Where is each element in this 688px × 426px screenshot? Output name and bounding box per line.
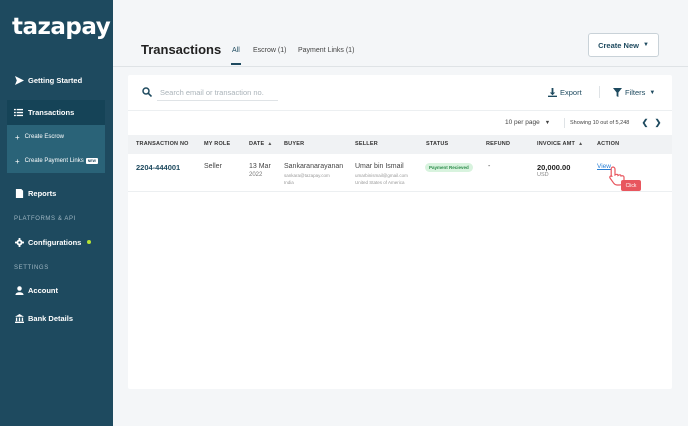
- search-icon: [142, 87, 152, 97]
- sidebar: tazapay Getting Started Transactions + C…: [0, 0, 113, 426]
- sidebar-item-reports[interactable]: Reports: [0, 183, 113, 203]
- column-header-date[interactable]: DATE ▲︎: [249, 141, 273, 147]
- sidebar-item-create-payment-links[interactable]: + Create Payment Links NEW: [7, 151, 105, 171]
- prev-page-button[interactable]: ❮: [640, 117, 650, 127]
- filter-icon: [613, 88, 622, 97]
- user-icon: [14, 285, 24, 295]
- buyer-name: Sankaranarayanan: [284, 163, 344, 170]
- tab-all[interactable]: All: [232, 47, 240, 54]
- sidebar-item-getting-started[interactable]: Getting Started: [0, 70, 113, 90]
- plus-icon: +: [15, 132, 20, 142]
- role-cell: Seller: [204, 163, 222, 170]
- sidebar-item-transactions[interactable]: Transactions: [7, 100, 105, 125]
- status-badge: Payment Recieved: [425, 163, 473, 172]
- create-new-button[interactable]: Create New ▼: [588, 33, 659, 57]
- section-label-platforms: PLATFORMS & API: [14, 216, 76, 222]
- export-label: Export: [560, 88, 582, 97]
- sidebar-item-bank-details[interactable]: Bank Details: [0, 308, 113, 328]
- seller-name: Umar bin Ismail: [355, 163, 404, 170]
- sidebar-item-configurations[interactable]: Configurations: [0, 232, 113, 252]
- sidebar-item-label: Create Payment Links: [24, 158, 84, 164]
- column-header-transaction-no: TRANSACTION NO: [136, 141, 189, 147]
- sidebar-item-create-escrow[interactable]: + Create Escrow: [7, 127, 105, 147]
- click-tooltip: Click: [621, 180, 641, 191]
- column-header-status: STATUS: [426, 141, 449, 147]
- buyer-email: sankara@tazapay.com: [284, 173, 330, 178]
- sidebar-item-label: Create Escrow: [24, 134, 65, 140]
- buyer-country: India: [284, 180, 294, 185]
- transaction-number-link[interactable]: 2204-444001: [136, 163, 180, 172]
- status-dot: [87, 240, 92, 244]
- send-icon: [14, 75, 24, 85]
- section-label-settings: SETTINGS: [14, 265, 49, 271]
- sidebar-item-label: Bank Details: [28, 313, 74, 323]
- pagination-separator: [564, 118, 565, 128]
- new-badge: NEW: [85, 158, 98, 164]
- sort-icon: ▲︎: [267, 141, 273, 147]
- list-icon: [14, 108, 23, 117]
- per-page-select[interactable]: 10 per page ▼: [505, 119, 550, 126]
- column-header-buyer: BUYER: [284, 141, 305, 147]
- column-header-seller: SELLER: [355, 141, 378, 147]
- toolbar-separator: [599, 86, 600, 98]
- column-header-invoice-amt[interactable]: INVOICE AMT ▲︎: [537, 141, 583, 147]
- sidebar-item-label: Account: [28, 285, 58, 295]
- next-page-button[interactable]: ❯: [653, 117, 663, 127]
- column-header-action: ACTION: [597, 141, 620, 147]
- column-header-my-role: MY ROLE: [204, 141, 231, 147]
- bank-icon: [14, 313, 24, 323]
- invoice-currency: USD: [537, 172, 549, 178]
- reports-icon: [14, 188, 24, 198]
- showing-count: Showing 10 out of 5,248: [570, 120, 630, 126]
- tab-payment-links[interactable]: Payment Links (1): [298, 47, 354, 54]
- table-header: TRANSACTION NO MY ROLE DATE ▲︎ BUYER SELL…: [128, 135, 672, 154]
- invoice-amount: 20,000.00: [537, 163, 571, 172]
- sidebar-item-account[interactable]: Account: [0, 280, 113, 300]
- seller-email: umarbinismail@gmail.com: [355, 173, 408, 178]
- sidebar-item-label: Reports: [28, 188, 57, 198]
- plus-icon: +: [15, 156, 20, 166]
- sort-icon: ▲︎: [578, 141, 584, 147]
- header-divider: [113, 66, 688, 67]
- sidebar-item-label: Getting Started: [28, 75, 83, 85]
- column-header-refund: REFUND: [486, 141, 511, 147]
- download-icon: [548, 88, 557, 97]
- chevron-down-icon: ▼: [642, 42, 649, 48]
- per-page-label: 10 per page: [505, 119, 540, 126]
- filters-button[interactable]: Filters ▼: [613, 88, 655, 97]
- tab-escrow[interactable]: Escrow (1): [253, 47, 286, 54]
- row-divider: [128, 191, 672, 192]
- sidebar-item-label: Transactions: [28, 108, 75, 117]
- search-input[interactable]: [157, 84, 278, 101]
- transactions-card: Export Filters ▼ 10 per page ▼ Showing 1…: [128, 75, 672, 389]
- chevron-down-icon: ▼: [649, 89, 656, 96]
- date-year: 2022: [249, 172, 263, 178]
- active-tab-indicator: [231, 63, 241, 65]
- toolbar-divider: [128, 110, 672, 111]
- date-day: 13 Mar: [249, 163, 271, 170]
- filters-label: Filters: [625, 88, 646, 97]
- tazapay-logo[interactable]: tazapay: [12, 14, 111, 40]
- gear-icon: [14, 237, 24, 247]
- refund-cell: -: [488, 163, 491, 170]
- sidebar-item-label: Configurations: [28, 237, 82, 247]
- create-new-label: Create New: [598, 40, 639, 50]
- chevron-down-icon: ▼: [544, 119, 551, 126]
- export-button[interactable]: Export: [548, 88, 582, 97]
- seller-country: United States of America: [355, 180, 405, 185]
- page-title: Transactions: [141, 42, 222, 57]
